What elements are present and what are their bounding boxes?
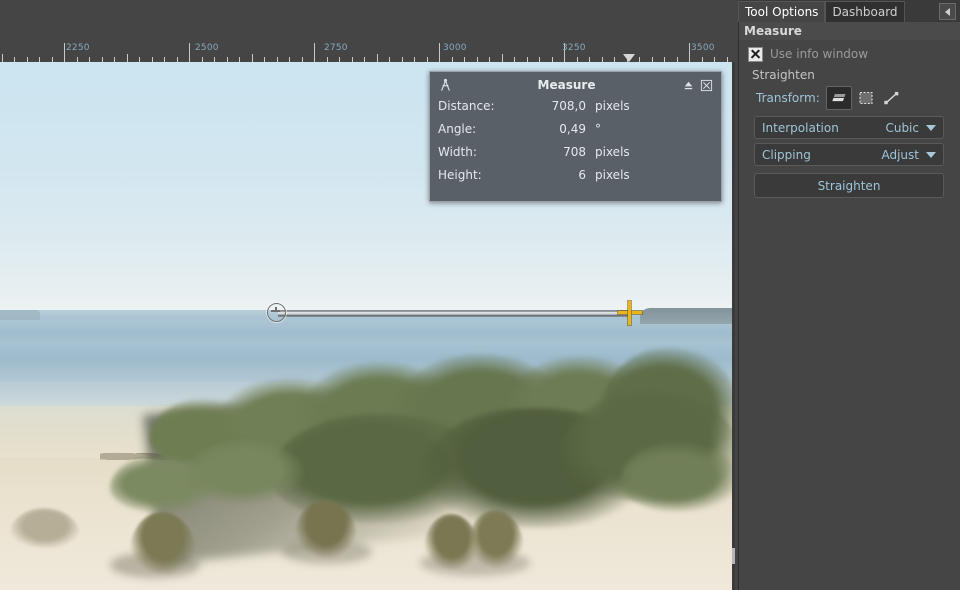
ruler-label: 2250 <box>64 43 90 53</box>
measure-row-angle: Angle: 0,49 ° <box>438 122 713 145</box>
photo-sea-mid <box>0 320 732 346</box>
transform-layer-icon[interactable] <box>826 86 852 110</box>
measure-row-distance: Distance: 708,0 pixels <box>438 99 713 122</box>
clipping-combo[interactable]: Clipping Adjust <box>754 143 944 166</box>
measure-compass-icon <box>436 76 454 94</box>
use-info-window-row[interactable]: Use info window <box>746 44 952 64</box>
gimp-window: 2250 2500 2750 3000 3250 3500 <box>0 0 960 590</box>
checkbox-checked-icon[interactable] <box>748 47 763 62</box>
horizontal-ruler[interactable]: 2250 2500 2750 3000 3250 3500 <box>0 42 735 63</box>
tab-dashboard[interactable]: Dashboard <box>825 1 904 22</box>
measure-angle-unit: ° <box>595 122 713 136</box>
photo-headland-left <box>0 310 40 320</box>
ruler-major-tick <box>189 43 190 62</box>
measure-row-height: Height: 6 pixels <box>438 168 713 191</box>
measure-height-unit: pixels <box>595 168 713 182</box>
tool-options-header: Measure <box>738 22 960 40</box>
ruler-label: 2500 <box>193 43 219 53</box>
measure-width-unit: pixels <box>595 145 713 159</box>
measure-distance-label: Distance: <box>438 99 518 113</box>
ruler-major-tick <box>314 43 315 62</box>
interpolation-label: Interpolation <box>762 121 885 135</box>
tab-tool-options[interactable]: Tool Options <box>738 1 825 22</box>
measure-width-value: 708 <box>518 145 595 159</box>
ruler-minor-tick <box>252 54 253 62</box>
measure-dialog-title: Measure <box>454 78 679 92</box>
canvas-top-band <box>0 0 735 42</box>
ruler-label: 3250 <box>560 43 586 53</box>
measure-info-dialog[interactable]: Measure Distance: 708,0 pixels <box>429 71 722 202</box>
ruler-label: 3000 <box>441 43 467 53</box>
interpolation-value: Cubic <box>885 121 919 135</box>
measure-dialog-header[interactable]: Measure <box>430 72 721 98</box>
measure-height-value: 6 <box>518 168 595 182</box>
dock-tab-bar: Tool Options Dashboard <box>738 0 960 22</box>
measure-angle-value: 0,49 <box>518 122 595 136</box>
shade-dialog-icon[interactable] <box>679 76 697 94</box>
ruler-label: 2750 <box>322 43 348 53</box>
transform-label: Transform: <box>756 91 820 105</box>
close-dialog-icon[interactable] <box>697 76 715 94</box>
ruler-position-marker <box>623 54 635 62</box>
measure-row-width: Width: 708 pixels <box>438 145 713 168</box>
measure-height-label: Height: <box>438 168 518 182</box>
transform-selection-icon[interactable] <box>854 87 878 109</box>
ruler-minor-tick <box>377 54 378 62</box>
ruler-minor-tick <box>127 54 128 62</box>
photo-scrub <box>185 440 305 504</box>
measure-angle-label: Angle: <box>438 122 518 136</box>
straighten-button[interactable]: Straighten <box>754 173 944 198</box>
right-dock: Tool Options Dashboard Measure Use info … <box>738 0 960 590</box>
photo-scrub <box>620 442 732 512</box>
measure-width-label: Width: <box>438 145 518 159</box>
chevron-left-icon <box>945 8 950 16</box>
transform-row: Transform: <box>746 84 952 112</box>
ruler-label: 3500 <box>689 43 715 53</box>
interpolation-combo[interactable]: Interpolation Cubic <box>754 116 944 139</box>
measure-distance-unit: pixels <box>595 99 713 113</box>
clipping-value: Adjust <box>881 148 919 162</box>
ruler-minor-tick <box>2 54 3 62</box>
clipping-label: Clipping <box>762 148 881 162</box>
chevron-down-icon <box>926 125 936 131</box>
measure-distance-value: 708,0 <box>518 99 595 113</box>
measure-dialog-body: Distance: 708,0 pixels Angle: 0,49 ° Wid… <box>430 98 721 201</box>
photo-headland-right <box>640 308 732 324</box>
chevron-down-icon <box>926 152 936 158</box>
tab-menu-icon[interactable] <box>939 3 956 20</box>
straighten-group-title: Straighten <box>746 64 952 84</box>
ruler-major-tick <box>439 43 440 62</box>
dock-left-edge <box>738 22 739 590</box>
ruler-minor-tick <box>502 54 503 62</box>
tool-options-body: Use info window Straighten Transform: <box>738 40 960 198</box>
use-info-window-label: Use info window <box>770 47 868 61</box>
transform-path-icon[interactable] <box>880 87 904 109</box>
